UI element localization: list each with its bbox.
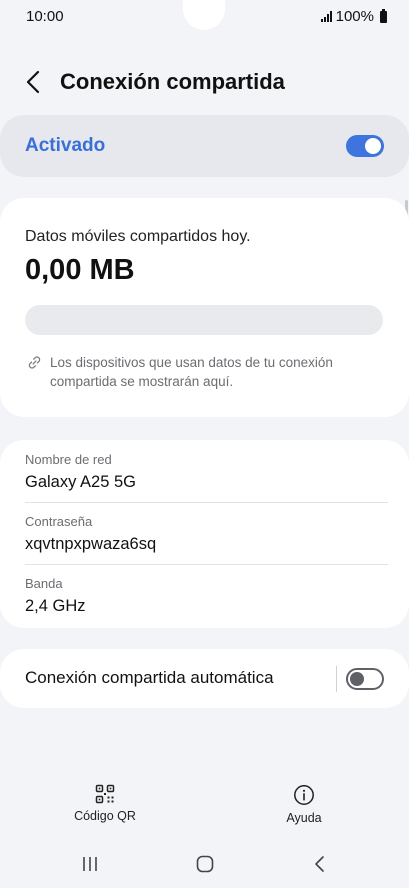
app-header: Conexión compartida: [0, 60, 409, 104]
home-icon[interactable]: [195, 854, 215, 874]
help-button[interactable]: Ayuda: [269, 784, 339, 825]
camera-notch: [183, 0, 225, 30]
recents-icon[interactable]: [80, 854, 100, 874]
help-label: Ayuda: [286, 811, 322, 825]
divider: [25, 564, 388, 565]
qr-code-label: Código QR: [74, 809, 136, 823]
usage-hint-text: Los dispositivos que usan datos de tu co…: [50, 355, 333, 389]
auto-hotspot-row[interactable]: Conexión compartida automática: [0, 649, 409, 708]
master-toggle-label: Activado: [25, 135, 106, 156]
auto-hotspot-switch[interactable]: [346, 668, 384, 690]
usage-value: 0,00 MB: [25, 254, 135, 286]
band-label: Banda: [25, 576, 63, 591]
toggle-knob: [365, 138, 381, 154]
divider: [25, 502, 388, 503]
status-indicators: 100%: [320, 8, 387, 25]
band-row[interactable]: Banda 2,4 GHz: [25, 576, 388, 616]
network-name-label: Nombre de red: [25, 452, 112, 467]
usage-card: Datos móviles compartidos hoy. 0,00 MB L…: [0, 198, 409, 417]
back-button[interactable]: [22, 68, 46, 96]
password-value: xqvtnpxpwaza6sq: [25, 535, 157, 553]
system-nav-bar: [0, 845, 409, 885]
password-label: Contraseña: [25, 514, 93, 529]
qr-code-icon: [95, 784, 115, 804]
status-bar: 10:00 100%: [0, 0, 409, 34]
band-value: 2,4 GHz: [25, 597, 86, 615]
battery-percent: 100%: [335, 8, 374, 25]
usage-label: Datos móviles compartidos hoy.: [25, 228, 251, 245]
back-arrow-icon: [26, 70, 40, 94]
nav-back-icon[interactable]: [310, 854, 330, 874]
page-title: Conexión compartida: [60, 69, 285, 94]
master-toggle-switch[interactable]: [346, 135, 384, 157]
network-name-row[interactable]: Nombre de red Galaxy A25 5G: [25, 452, 388, 492]
usage-progress-bar: [25, 305, 383, 335]
auto-hotspot-label: Conexión compartida automática: [25, 668, 274, 687]
usage-hint: Los dispositivos que usan datos de tu co…: [27, 353, 367, 391]
master-toggle-row[interactable]: Activado: [0, 115, 409, 177]
info-icon: [294, 785, 314, 805]
battery-icon: [380, 8, 387, 23]
password-row[interactable]: Contraseña xqvtnpxpwaza6sq: [25, 514, 388, 554]
toggle-knob: [350, 672, 364, 686]
qr-code-button[interactable]: Código QR: [70, 784, 140, 823]
network-name-value: Galaxy A25 5G: [25, 473, 136, 491]
vertical-divider: [336, 666, 337, 692]
status-time: 10:00: [26, 8, 64, 25]
network-card: Nombre de red Galaxy A25 5G Contraseña x…: [0, 440, 409, 628]
signal-icon: [320, 11, 332, 22]
link-icon: [28, 356, 41, 369]
